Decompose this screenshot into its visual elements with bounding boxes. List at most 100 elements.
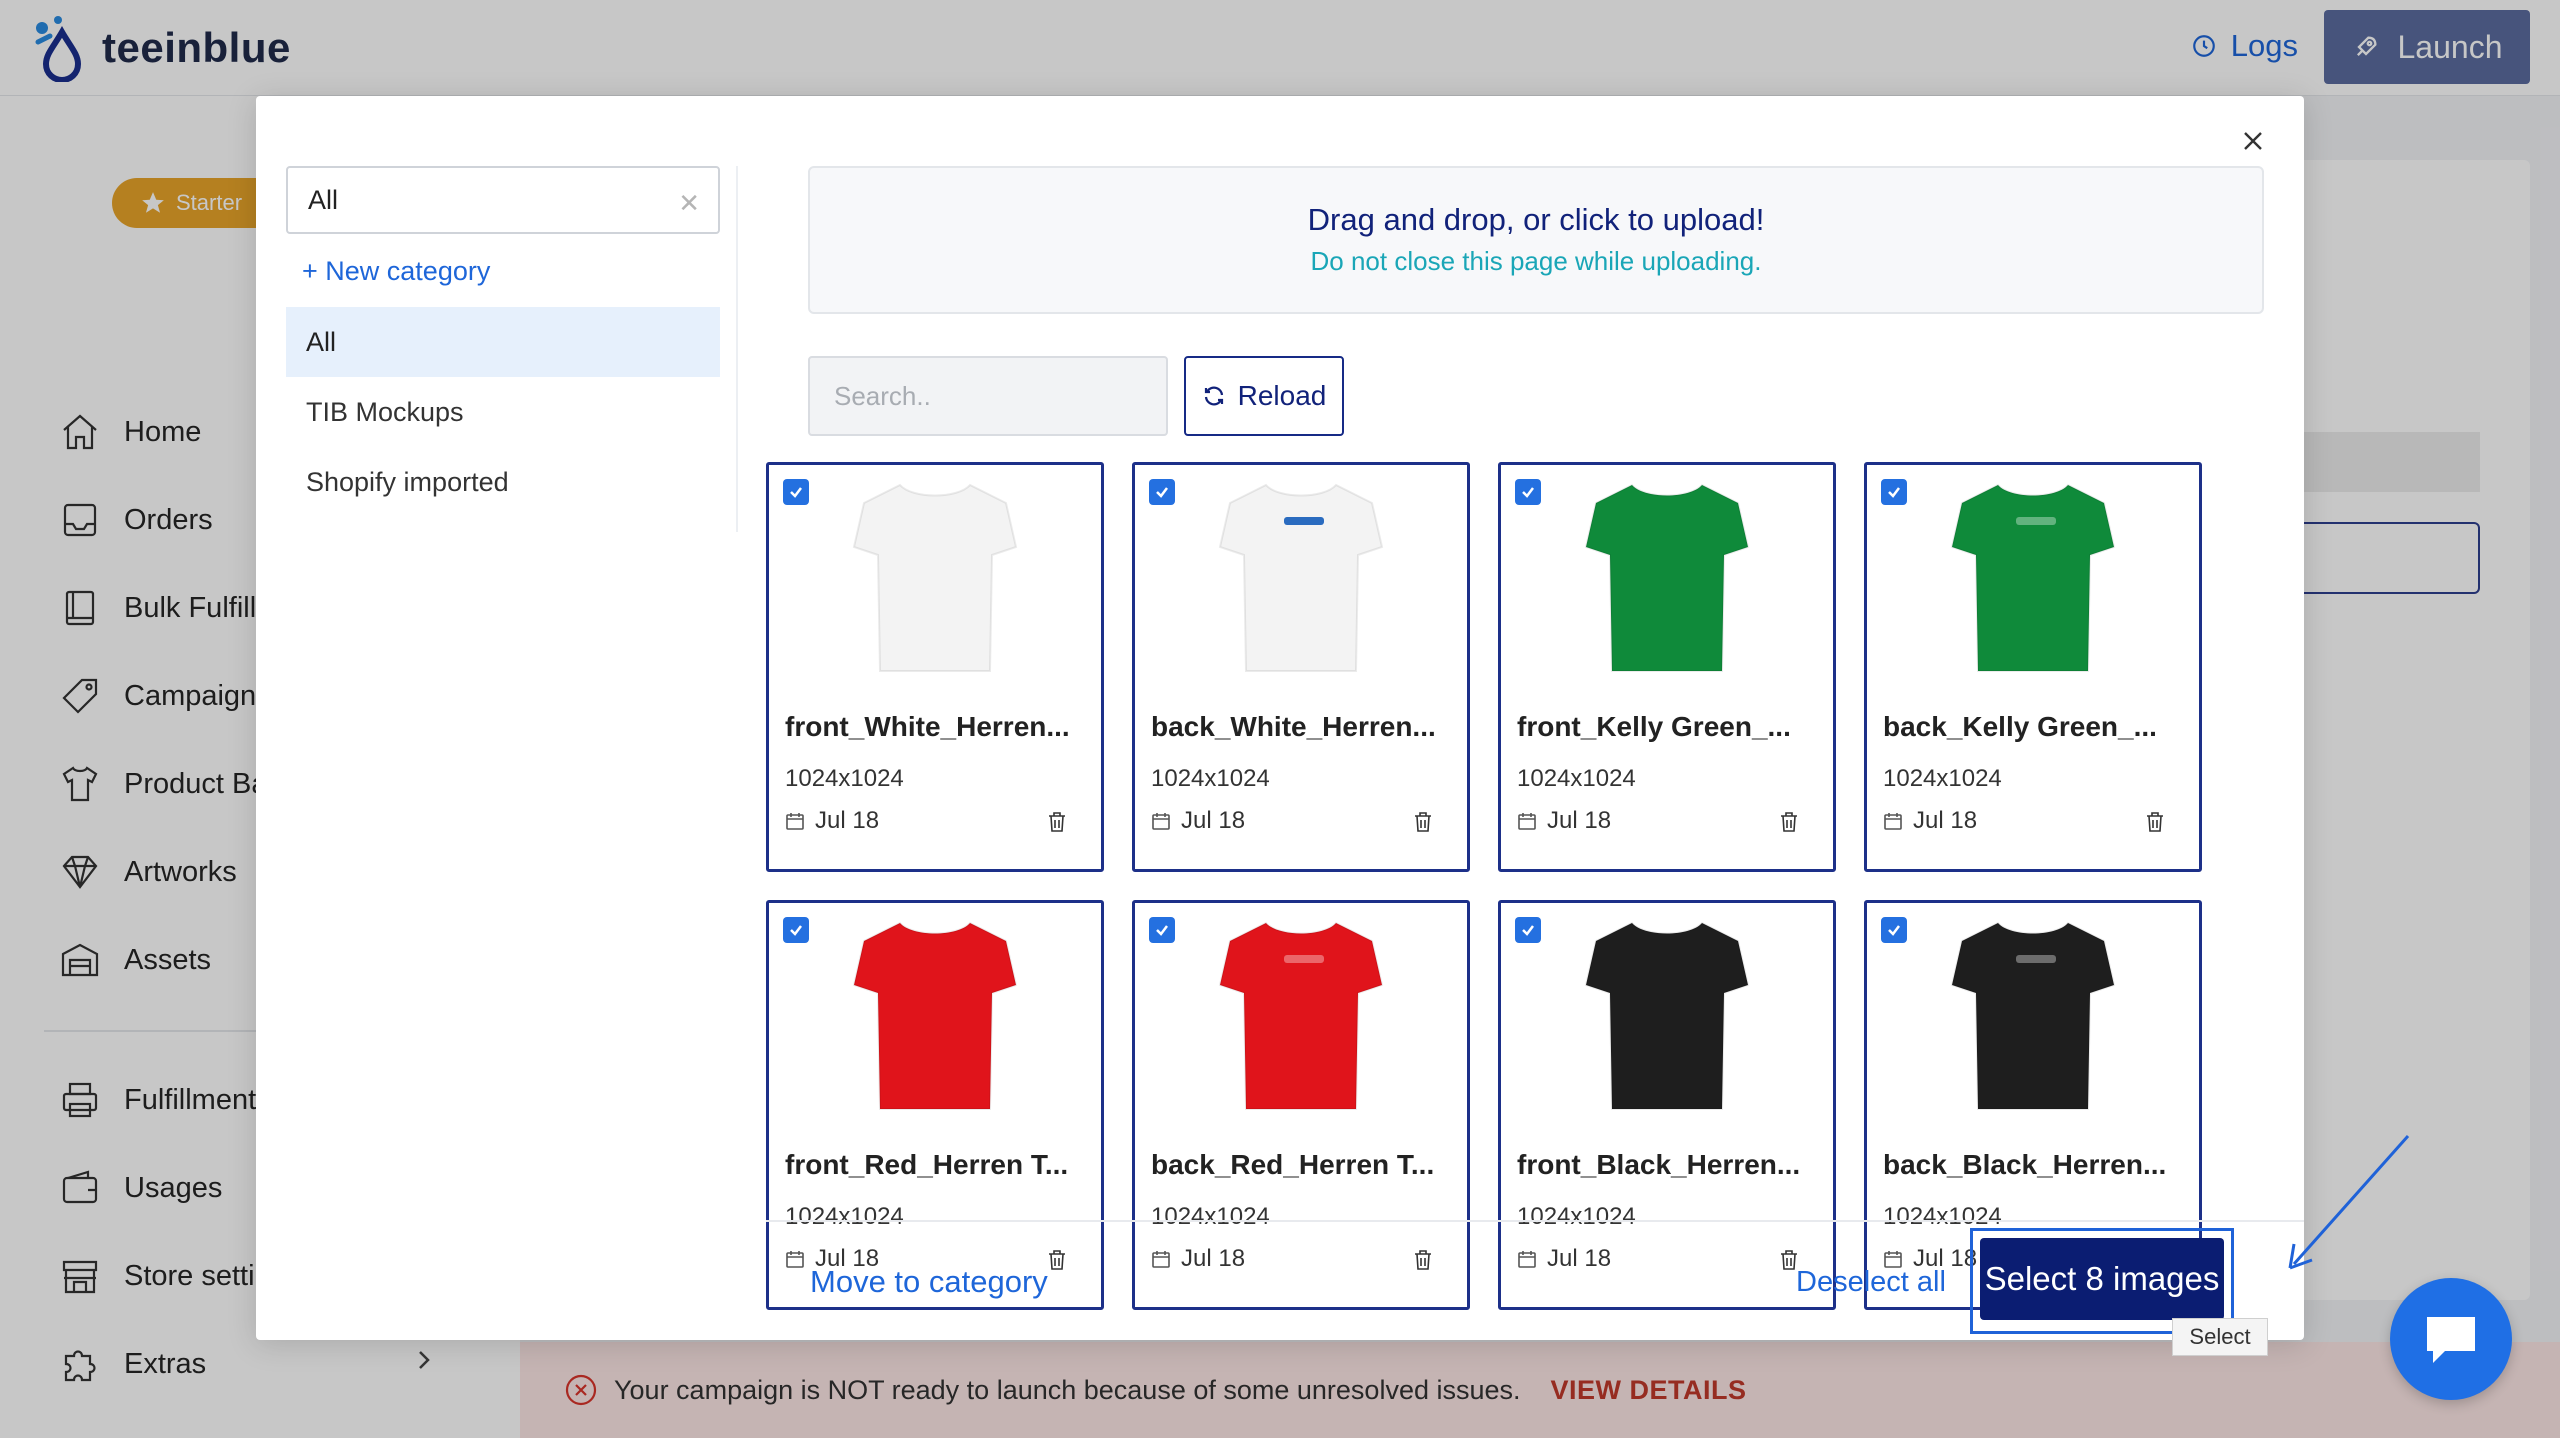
- select-checkbox[interactable]: [783, 479, 809, 505]
- image-name: front_Kelly Green_...: [1517, 711, 1791, 742]
- image-name: front_Black_Herren...: [1517, 1149, 1801, 1180]
- tshirt-mockup-image: [852, 483, 1018, 672]
- mockup-thumbnail[interactable]: [1933, 915, 2133, 1117]
- trash-icon[interactable]: [1047, 811, 1067, 833]
- new-category-link[interactable]: + New category: [302, 256, 720, 287]
- search-input[interactable]: [808, 356, 1168, 436]
- footer-divider: [766, 1220, 2304, 1222]
- category-item-all[interactable]: All: [286, 307, 720, 377]
- image-size: 1024x1024: [1517, 765, 1636, 792]
- trash-icon[interactable]: [1779, 811, 1799, 833]
- trash-icon[interactable]: [1413, 1249, 1433, 1271]
- mockup-thumbnail[interactable]: [835, 477, 1035, 679]
- mockup-thumbnail[interactable]: [1201, 915, 1401, 1117]
- checkmark-icon: [790, 487, 802, 498]
- calendar-icon: [1152, 813, 1170, 830]
- mockup-thumbnail[interactable]: [1201, 477, 1401, 679]
- select-checkbox[interactable]: [1149, 917, 1175, 943]
- select-checkbox[interactable]: [1881, 917, 1907, 943]
- reload-label: Reload: [1237, 380, 1327, 411]
- image-card[interactable]: front_Kelly Green_... 1024x1024 Jul 18: [1498, 462, 1836, 872]
- image-name: back_Kelly Green_...: [1883, 711, 2157, 742]
- tshirt-mockup-image: [1218, 921, 1384, 1110]
- image-name: back_Black_Herren...: [1883, 1149, 2167, 1180]
- tshirt-mockup-image: [1584, 483, 1750, 672]
- image-card[interactable]: back_Red_Herren T... 1024x1024 Jul 18: [1132, 900, 1470, 1310]
- select-checkbox[interactable]: [1515, 917, 1541, 943]
- image-name: back_White_Herren...: [1151, 711, 1436, 742]
- image-name: front_Red_Herren T...: [785, 1149, 1069, 1180]
- checkmark-icon: [1156, 925, 1168, 936]
- image-library-modal: All ✕ + New category All TIB Mockups Sho…: [256, 96, 2304, 1340]
- image-date-text: Jul 18: [1181, 1245, 1246, 1272]
- mockup-thumbnail[interactable]: [1567, 477, 1767, 679]
- clear-icon[interactable]: ✕: [678, 188, 700, 219]
- image-date: Jul 18: [1151, 807, 1245, 835]
- checkmark-icon: [1522, 487, 1534, 498]
- chat-icon: [2427, 1317, 2475, 1363]
- tshirt-mockup-image: [1950, 483, 2116, 672]
- category-item-tib-mockups[interactable]: TIB Mockups: [286, 377, 720, 447]
- image-card[interactable]: back_Kelly Green_... 1024x1024 Jul 18: [1864, 462, 2202, 872]
- select-images-button[interactable]: Select 8 images: [1980, 1238, 2224, 1320]
- image-size: 1024x1024: [1883, 1203, 2002, 1230]
- select-checkbox[interactable]: [1881, 479, 1907, 505]
- select-checkbox[interactable]: [1149, 479, 1175, 505]
- calendar-icon: [1518, 1251, 1536, 1268]
- image-size: 1024x1024: [785, 765, 904, 792]
- image-date: Jul 18: [1517, 807, 1611, 835]
- image-date-text: Jul 18: [1547, 1245, 1612, 1272]
- mockup-thumbnail[interactable]: [835, 915, 1035, 1117]
- calendar-icon: [1884, 813, 1902, 830]
- calendar-icon: [786, 813, 804, 830]
- move-to-category-link[interactable]: Move to category: [810, 1264, 1048, 1300]
- image-size: 1024x1024: [1883, 765, 2002, 792]
- close-icon: [2244, 132, 2262, 150]
- trash-icon[interactable]: [1413, 811, 1433, 833]
- reload-button[interactable]: Reload: [1184, 356, 1344, 436]
- image-date-text: Jul 18: [1181, 807, 1246, 834]
- image-card[interactable]: front_Red_Herren T... 1024x1024 Jul 18: [766, 900, 1104, 1310]
- image-date: Jul 18: [1151, 1245, 1245, 1273]
- category-panel: All ✕ + New category All TIB Mockups Sho…: [286, 166, 720, 517]
- image-card[interactable]: front_Black_Herren... 1024x1024 Jul 18: [1498, 900, 1836, 1310]
- image-size: 1024x1024: [1517, 1203, 1636, 1230]
- category-item-shopify-imported[interactable]: Shopify imported: [286, 447, 720, 517]
- image-date-text: Jul 18: [1913, 807, 1978, 834]
- image-grid: front_White_Herren... 1024x1024 Jul 18 back…: [766, 460, 2286, 1320]
- trash-icon[interactable]: [2145, 811, 2165, 833]
- image-size: 1024x1024: [785, 1203, 904, 1230]
- select-checkbox[interactable]: [783, 917, 809, 943]
- select-tooltip: Select: [2172, 1318, 2268, 1356]
- checkmark-icon: [1156, 487, 1168, 498]
- calendar-icon: [786, 1251, 804, 1268]
- image-date: Jul 18: [1883, 807, 1977, 835]
- image-size: 1024x1024: [1151, 765, 1270, 792]
- tshirt-mockup-image: [1218, 483, 1384, 672]
- tshirt-mockup-image: [1950, 921, 2116, 1110]
- checkmark-icon: [790, 925, 802, 936]
- checkmark-icon: [1522, 925, 1534, 936]
- category-select[interactable]: All ✕: [286, 166, 720, 234]
- tshirt-mockup-image: [1584, 921, 1750, 1110]
- calendar-icon: [1152, 1251, 1170, 1268]
- select-checkbox[interactable]: [1515, 479, 1541, 505]
- image-card[interactable]: front_White_Herren... 1024x1024 Jul 18: [766, 462, 1104, 872]
- close-modal-button[interactable]: [2228, 116, 2278, 166]
- image-date-text: Jul 18: [1547, 807, 1612, 834]
- upload-hint: Do not close this page while uploading.: [1310, 246, 1762, 276]
- chat-widget-button[interactable]: [2390, 1278, 2512, 1400]
- panel-divider: [736, 166, 738, 532]
- trash-icon[interactable]: [1047, 1249, 1067, 1271]
- mockup-thumbnail[interactable]: [1567, 915, 1767, 1117]
- annotation-arrow: [2288, 1135, 2410, 1270]
- tshirt-mockup-image: [852, 921, 1018, 1110]
- image-size: 1024x1024: [1151, 1203, 1270, 1230]
- image-name: front_White_Herren...: [785, 711, 1070, 742]
- deselect-all-link[interactable]: Deselect all: [1796, 1266, 1946, 1299]
- image-date: Jul 18: [785, 807, 879, 835]
- category-select-value: All: [308, 184, 339, 215]
- mockup-thumbnail[interactable]: [1933, 477, 2133, 679]
- image-card[interactable]: back_White_Herren... 1024x1024 Jul 18: [1132, 462, 1470, 872]
- upload-dropzone[interactable]: Drag and drop, or click to upload! Do no…: [808, 166, 2264, 314]
